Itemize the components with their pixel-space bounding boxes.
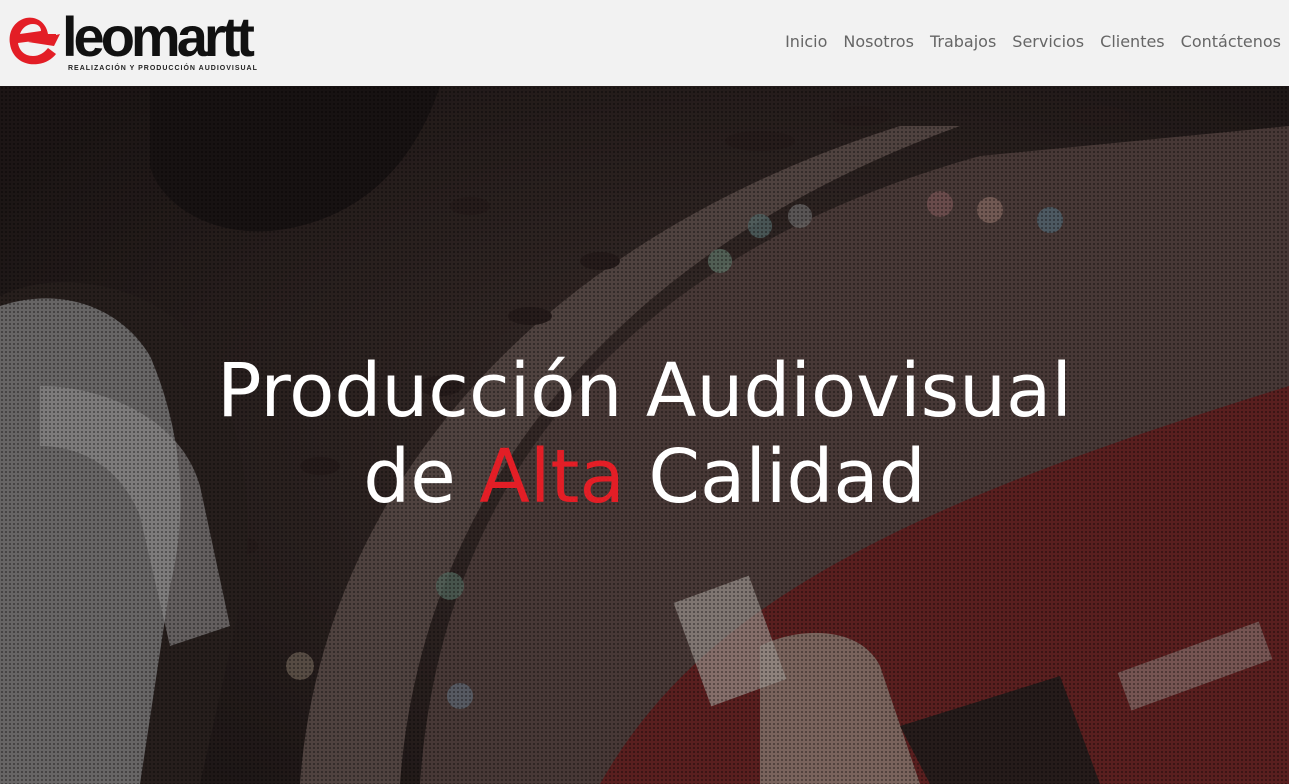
hero-title-line1: Producción Audiovisual (217, 348, 1072, 434)
nav-item-clientes[interactable]: Clientes (1100, 28, 1165, 56)
hero-title-suffix: Calidad (648, 434, 926, 520)
brand-wordmark: leomartt (62, 5, 255, 68)
hero-title: Producción Audiovisual de Alta Calidad (0, 348, 1289, 520)
hero-title-accent: Alta (479, 434, 625, 520)
brand-tagline: REALIZACIÓN Y PRODUCCIÓN AUDIOVISUAL (68, 65, 258, 72)
nav-item-servicios[interactable]: Servicios (1012, 28, 1084, 56)
brand-logo[interactable]: leomartt REALIZACIÓN Y PRODUCCIÓN AUDIOV… (8, 5, 264, 76)
nav-item-trabajos[interactable]: Trabajos (930, 28, 996, 56)
nav-item-nosotros[interactable]: Nosotros (843, 28, 914, 56)
site-header: leomartt REALIZACIÓN Y PRODUCCIÓN AUDIOV… (0, 0, 1289, 86)
main-nav: Inicio Nosotros Trabajos Servicios Clien… (785, 28, 1281, 56)
nav-item-contactenos[interactable]: Contáctenos (1181, 28, 1281, 56)
hero-section: Producción Audiovisual de Alta Calidad (0, 86, 1289, 784)
nav-item-inicio[interactable]: Inicio (785, 28, 827, 56)
e-letter-logo-icon (9, 17, 60, 65)
hero-title-prefix: de (363, 434, 456, 520)
